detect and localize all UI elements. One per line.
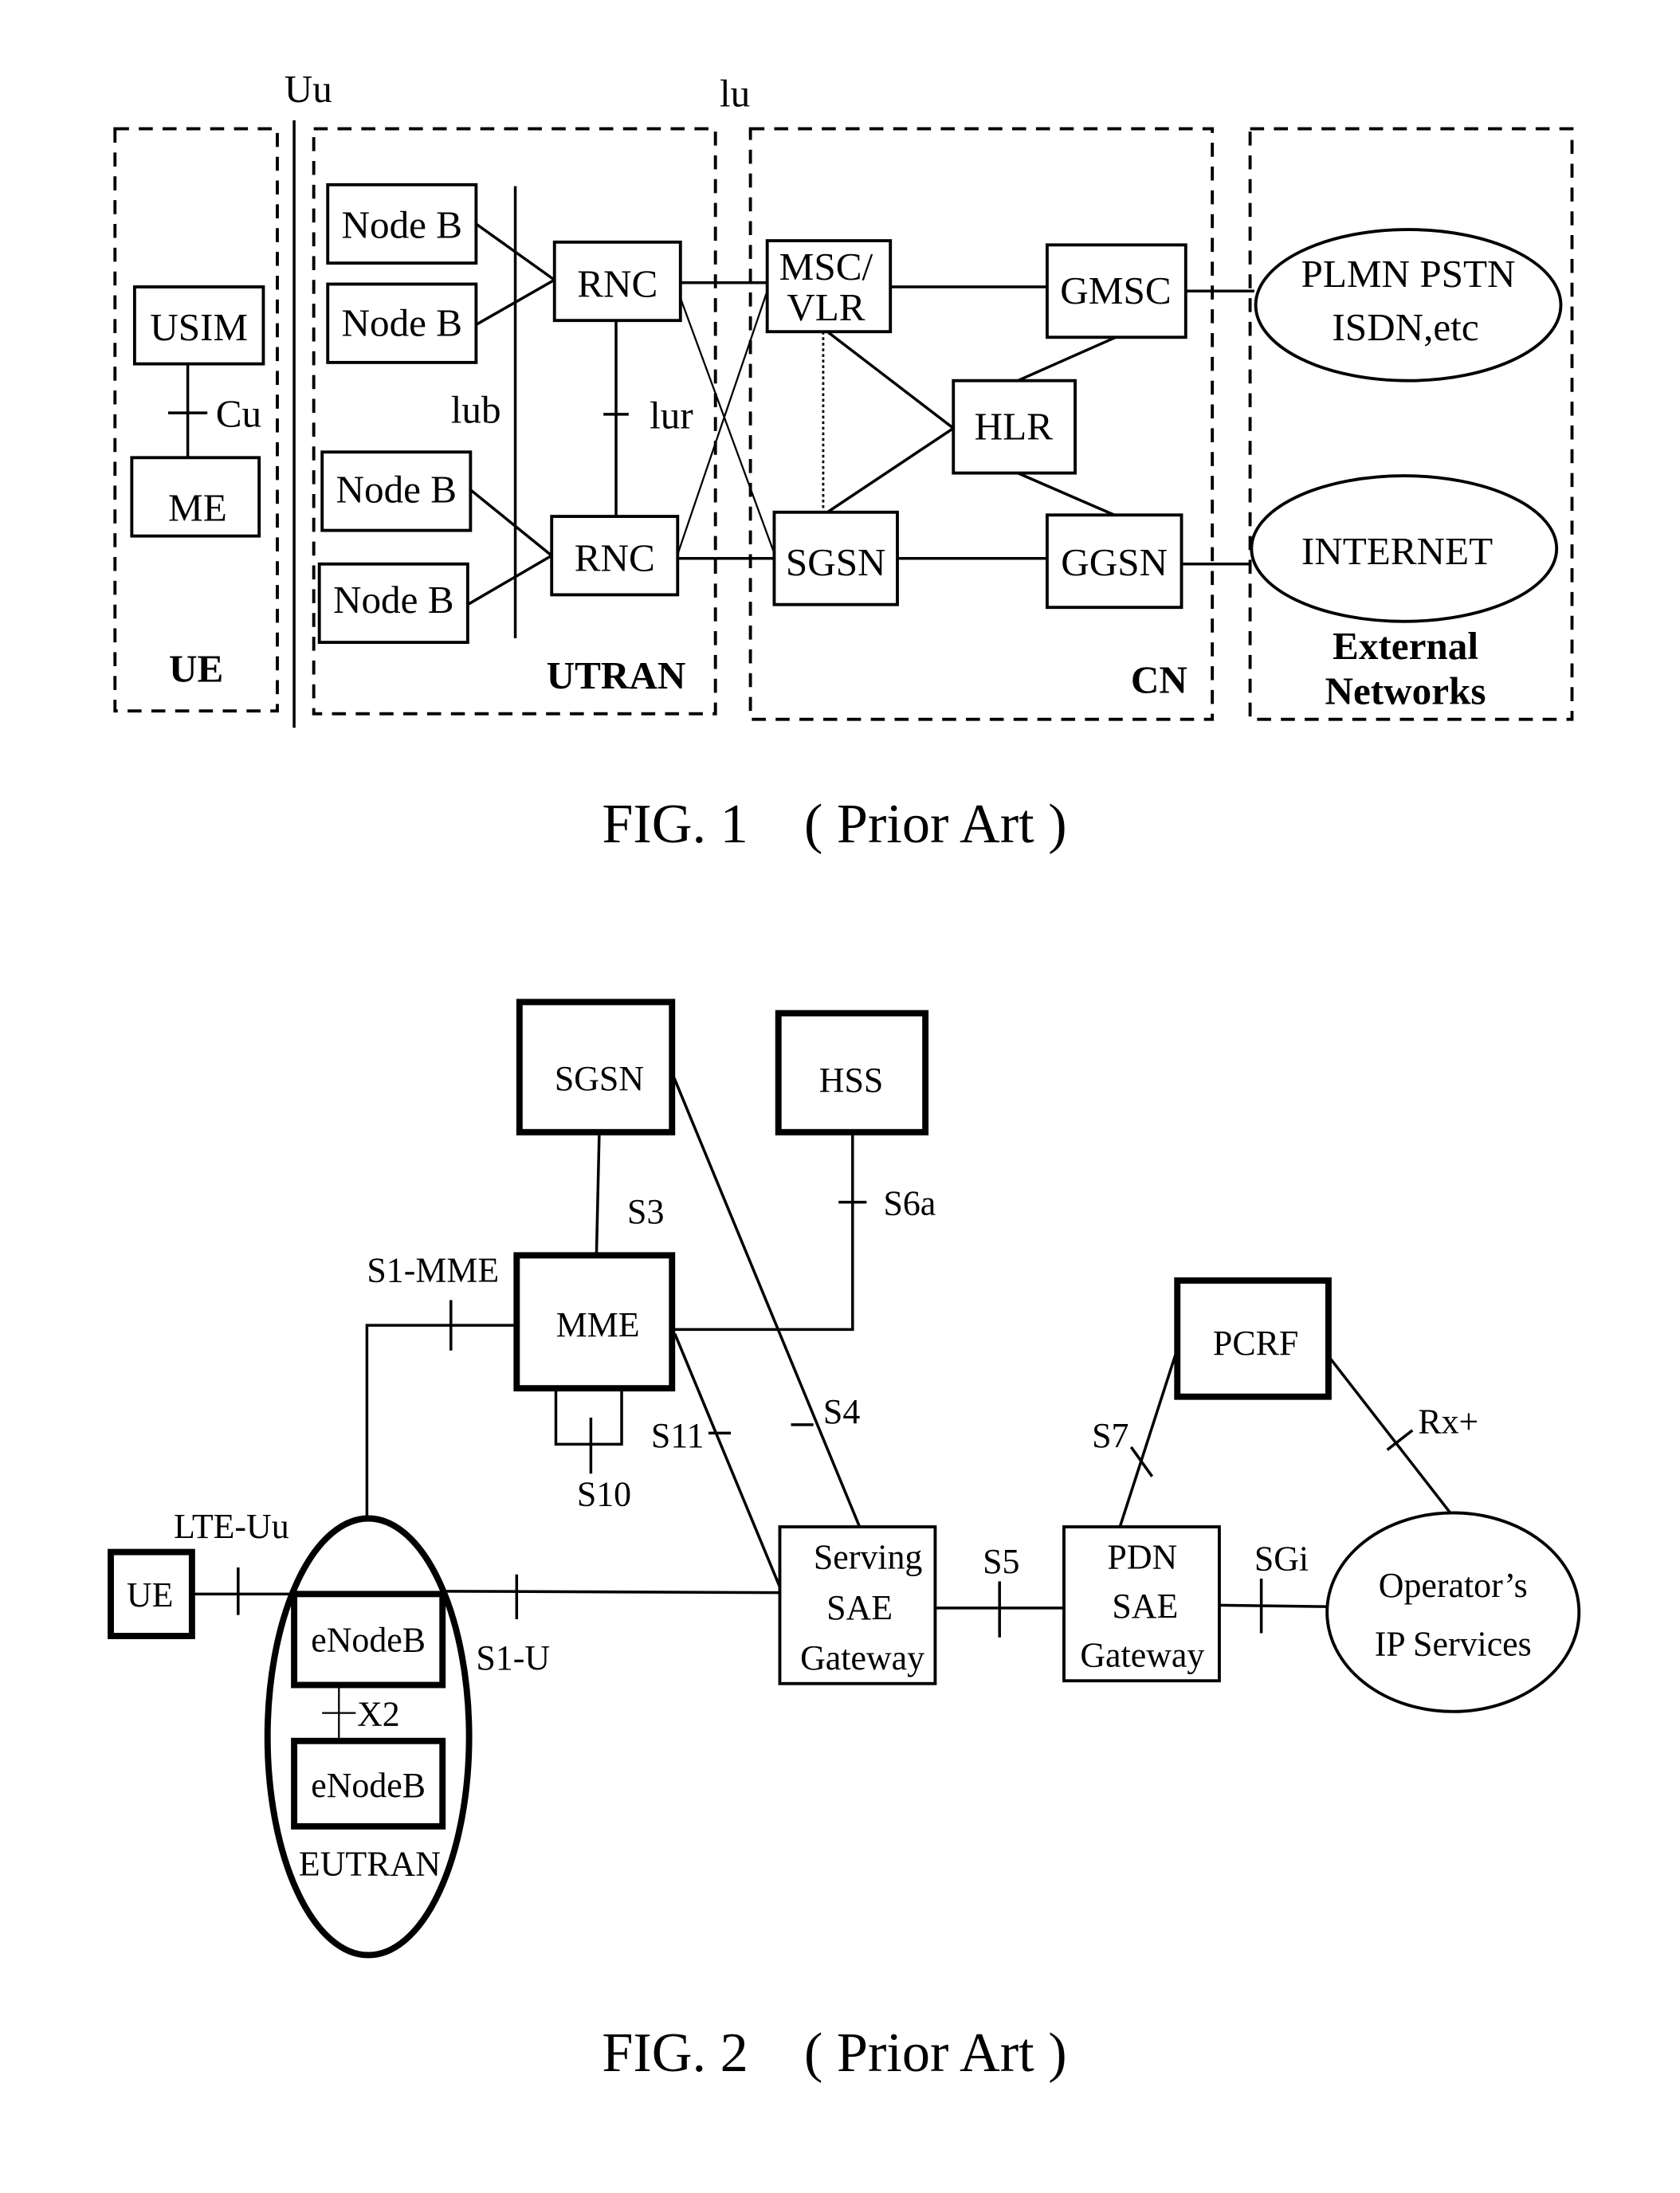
s6a-label: S6a [883, 1184, 936, 1222]
utran-domain-label: UTRAN [547, 653, 686, 697]
usim-label: USIM [150, 305, 248, 349]
eutran-ellipse [264, 1515, 473, 1959]
sgsn-mme-s3-link [595, 1132, 601, 1256]
ggsn-label: GGSN [1061, 540, 1168, 584]
msc-label-line1: MSC/ [779, 245, 873, 288]
lteuu-label: LTE-Uu [174, 1508, 289, 1546]
operator-ip-services-ellipse [1325, 1511, 1581, 1713]
cn-domain-label: CN [1131, 657, 1187, 701]
fig2-caption: FIG. 2 ( Prior Art ) [602, 2022, 1066, 2084]
pgw-label-line1: PDN [1107, 1539, 1177, 1577]
s3-label: S3 [627, 1193, 664, 1231]
msc-hlr-link [826, 330, 955, 430]
nodeb-1-label: Node B [342, 203, 463, 247]
rnc-2-label: RNC [575, 536, 655, 580]
s1u-label: S1-U [476, 1639, 550, 1677]
hss-label: HSS [819, 1061, 884, 1100]
sgw-label-line3: Gateway [800, 1639, 924, 1677]
msc-label-line2: VLR [787, 285, 866, 329]
iur-label: lur [650, 393, 693, 437]
ops-label-line1: Operator’s [1379, 1567, 1528, 1605]
external-label-line1: External [1333, 624, 1478, 668]
plmn-label-line2: ISDN,etc [1332, 305, 1478, 349]
mme-label: MME [556, 1306, 640, 1344]
s7-label: S7 [1092, 1417, 1129, 1455]
nodeb-3-label: Node B [336, 467, 457, 511]
sgsn-label: SGSN [786, 540, 886, 584]
ue-lte-label: UE [127, 1576, 174, 1614]
fig1-caption: FIG. 1 ( Prior Art ) [602, 793, 1066, 855]
internet-label: INTERNET [1301, 529, 1493, 573]
nodeb-2-label: Node B [342, 300, 463, 344]
enodeb-2-label: eNodeB [311, 1767, 426, 1805]
ops-label-line2: IP Services [1375, 1626, 1532, 1664]
fig2-sae-architecture: SGSN HSS MME S3 S6a S10 S1-MME S11 S4 Se… [108, 998, 1581, 2084]
s10-label: S10 [577, 1476, 631, 1514]
sgsn-sgw-s4-link [672, 1075, 862, 1528]
uu-label: Uu [285, 67, 332, 111]
sgw-label-line2: SAE [826, 1589, 893, 1627]
s4-label: S4 [823, 1393, 860, 1431]
nodeb-4-label: Node B [333, 578, 454, 622]
pgw-label-line3: Gateway [1080, 1637, 1204, 1675]
enodeb-1-label: eNodeB [311, 1621, 426, 1659]
mme-hss-s6a-link [672, 1132, 854, 1332]
pgw-label-line2: SAE [1112, 1587, 1178, 1626]
sgsn-hlr-link [826, 426, 955, 514]
external-label-line2: Networks [1325, 669, 1486, 712]
eutran-label: EUTRAN [299, 1845, 441, 1883]
pcrf-label: PCRF [1213, 1324, 1298, 1363]
iu-label: lu [720, 71, 750, 115]
pgw-ops-sgi-link [1219, 1603, 1328, 1608]
sgi-label: SGi [1254, 1540, 1309, 1578]
ggsn-hlr-link [1017, 471, 1115, 516]
nodeb4-rnc2-link [466, 554, 553, 606]
rx-label: Rx+ [1418, 1402, 1478, 1441]
iub-label: lub [451, 387, 501, 431]
sgw-label-line1: Serving [814, 1539, 923, 1577]
me-label: ME [168, 485, 227, 529]
eutran-mme-s1mme-link [365, 1324, 517, 1520]
s1mme-label: S1-MME [367, 1252, 499, 1290]
cu-label: Cu [216, 392, 261, 436]
ue-domain-label: UE [169, 646, 223, 690]
hlr-label: HLR [975, 404, 1054, 448]
sgsn-lte-label: SGSN [555, 1060, 644, 1098]
plmn-label-line1: PLMN PSTN [1301, 252, 1515, 296]
enodeb-sgw-s1u-link [442, 1590, 780, 1595]
rnc-1-label: RNC [577, 261, 657, 305]
mme-sgw-s11-link [673, 1333, 782, 1588]
gmsc-label: GMSC [1060, 269, 1171, 312]
s11-label: S11 [651, 1417, 705, 1455]
nodeb3-rnc2-link [469, 488, 553, 557]
gmsc-hlr-link [1017, 335, 1117, 382]
patent-drawing-sheet: Uu lu USIM Cu ME UE Node B Node B Node B… [108, 67, 1581, 2084]
rnc1-sgsn-cross-link [679, 297, 777, 558]
fig1-umts-architecture: Uu lu USIM Cu ME UE Node B Node B Node B… [113, 67, 1574, 855]
s7-tick [1129, 1446, 1154, 1477]
mme-s10-loop [554, 1385, 623, 1446]
x2-label: X2 [357, 1695, 400, 1733]
s5-label: S5 [983, 1543, 1019, 1581]
